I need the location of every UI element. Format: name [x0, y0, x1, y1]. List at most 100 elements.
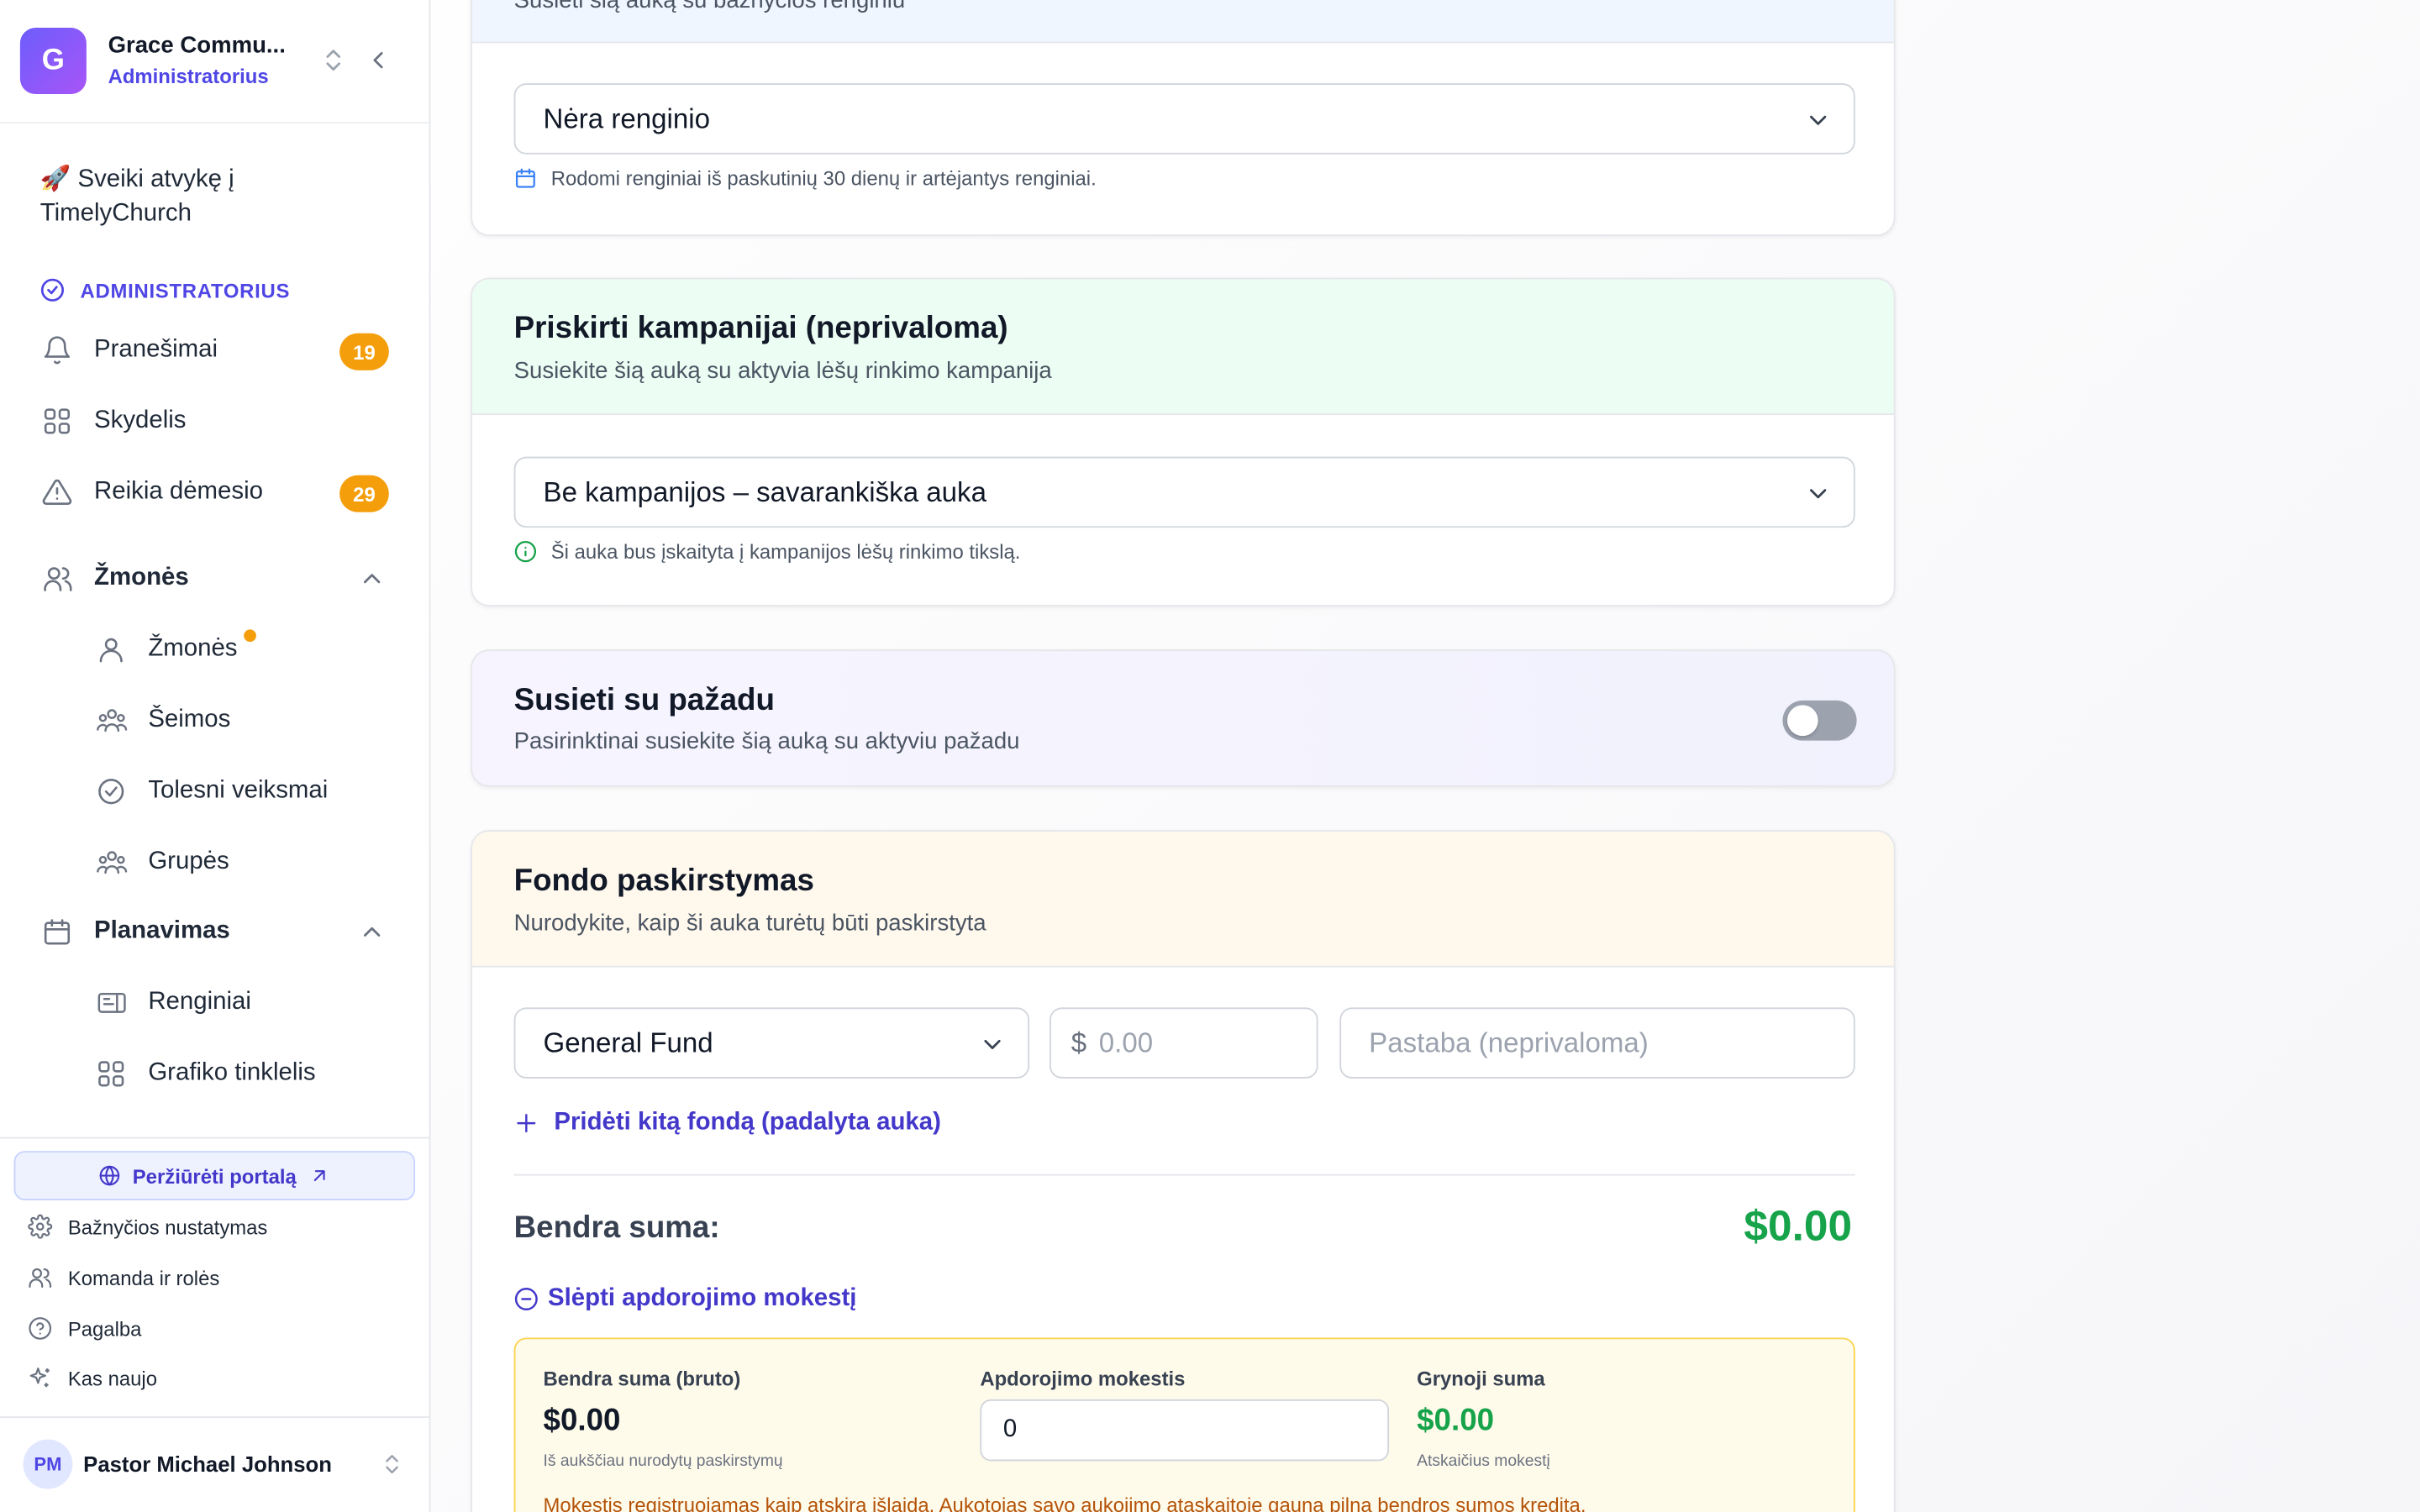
chevron-up-icon[interactable]: [358, 564, 386, 592]
nav-events-label: Renginiai: [148, 989, 251, 1016]
org-switcher[interactable]: G Grace Commu... Administratorius: [0, 0, 429, 123]
check-circle-icon: [94, 774, 128, 808]
campaign-card-subtitle: Susiekite šią auką su aktyvia lėšų rinki…: [513, 358, 1052, 385]
whats-new-label: Kas naujo: [67, 1366, 158, 1389]
team-roles-label: Komanda ir rolės: [67, 1266, 220, 1289]
users-icon: [40, 562, 74, 596]
ticket-icon: [94, 986, 128, 1020]
pledge-card-title: Susieti su pažadu: [513, 683, 775, 718]
fund-card-title: Fondo paskirstymas: [513, 864, 814, 898]
event-card-header: Susieti šią auką su bažnyčios renginiu: [472, 0, 1894, 44]
whats-new-link[interactable]: Kas naujo: [28, 1359, 157, 1396]
attention-badge: 29: [339, 475, 389, 512]
add-fund-label: Pridėti kitą fondą (padalyta auka): [554, 1109, 941, 1136]
grid-icon: [94, 1057, 128, 1090]
nav-dashboard-label: Skydelis: [94, 407, 187, 434]
info-icon: [514, 541, 537, 563]
divider: [0, 1137, 429, 1139]
pledge-toggle[interactable]: [1782, 700, 1857, 741]
notifications-badge: 19: [339, 333, 389, 370]
nav-notifications[interactable]: Pranešimai 19: [40, 323, 389, 378]
help-label: Pagalba: [67, 1316, 142, 1341]
chevrons-up-down-icon[interactable]: [380, 1452, 404, 1476]
event-card: Susieti šią auką su bažnyčios renginiu N…: [471, 0, 1896, 237]
campaign-card-title: Priskirti kampanijai (neprivaloma): [513, 312, 1008, 346]
nav-attention-label: Reikia dėmesio: [94, 478, 263, 505]
family-icon: [94, 704, 128, 738]
nav-followups[interactable]: Tolesni veiksmai: [94, 764, 387, 819]
users-icon: [28, 1265, 52, 1289]
total-value: $0.00: [1744, 1201, 1853, 1250]
nav-people-group-label: Žmonės: [94, 564, 189, 591]
nav-notifications-label: Pranešimai: [94, 336, 218, 363]
campaign-select-value: Be kampanijos – savarankiška auka: [543, 475, 986, 507]
fund-select-value: General Fund: [543, 1026, 713, 1058]
fund-card-subtitle: Nurodykite, kaip ši auka turėtų būti pas…: [513, 910, 986, 937]
nav-events[interactable]: Renginiai: [94, 975, 387, 1031]
chevron-down-icon: [1810, 489, 1827, 499]
note-input[interactable]: Pastaba (neprivaloma): [1339, 1007, 1855, 1079]
gross-value: $0.00: [543, 1404, 621, 1438]
globe-icon: [99, 1165, 119, 1186]
event-card-subtitle: Susieti šią auką su bažnyčios renginiu: [513, 0, 906, 14]
nav-people-label: Žmonės: [148, 635, 238, 662]
external-link-icon: [313, 1170, 325, 1182]
gear-icon: [28, 1214, 53, 1239]
nav-planning-group[interactable]: Planavimas: [40, 904, 389, 959]
fee-warning: Mokestis registruojamas kaip atskira išl…: [543, 1493, 1586, 1512]
plus-icon: [517, 1114, 536, 1133]
campaign-hint: Ši auka bus įskaityta į kampanijos lėšų …: [514, 539, 1021, 564]
section-admin: ADMINISTRATORIUS: [40, 278, 290, 302]
collapse-sidebar-icon[interactable]: [364, 46, 392, 74]
nav-people[interactable]: Žmonės: [94, 622, 387, 677]
net-column: Grynoji suma $0.00 Atskaičius mokestį: [1417, 1367, 1550, 1470]
church-settings-label: Bažnyčios nustatymas: [67, 1215, 268, 1238]
event-select[interactable]: Nėra renginio: [513, 83, 1855, 155]
campaign-card-header: Priskirti kampanijai (neprivaloma) Susie…: [472, 279, 1894, 416]
help-link[interactable]: Pagalba: [28, 1310, 141, 1347]
amount-input[interactable]: $ 0.00: [1049, 1007, 1318, 1079]
nav-followups-label: Tolesni veiksmai: [148, 777, 329, 804]
sparkles-icon: [28, 1366, 52, 1390]
fee-column: Apdorojimo mokestis 0: [980, 1367, 1390, 1462]
hide-fee-label: Slėpti apdorojimo mokestį: [548, 1285, 857, 1312]
chevron-down-icon: [984, 1039, 1001, 1049]
hide-fee-button[interactable]: Slėpti apdorojimo mokestį: [514, 1285, 857, 1313]
avatar[interactable]: PM: [23, 1439, 73, 1489]
divider: [513, 1173, 1855, 1176]
help-circle-icon: [28, 1316, 52, 1341]
calendar-icon: [40, 915, 74, 948]
user-icon: [94, 633, 128, 666]
check-circle-icon: [40, 278, 65, 302]
nav-dashboard[interactable]: Skydelis: [40, 393, 389, 449]
church-settings-link[interactable]: Bažnyčios nustatymas: [28, 1208, 267, 1245]
fee-panel: Bendra suma (bruto) $0.00 Iš aukščiau nu…: [513, 1337, 1855, 1512]
sidebar: G Grace Commu... Administratorius 🚀 Svei…: [0, 0, 431, 1512]
nav-schedule-grid[interactable]: Grafiko tinklelis: [94, 1046, 387, 1101]
net-note: Atskaičius mokestį: [1417, 1452, 1550, 1471]
people-update-dot: [244, 629, 256, 643]
calendar-icon: [515, 168, 535, 188]
chevron-up-icon[interactable]: [358, 918, 386, 946]
campaign-select[interactable]: Be kampanijos – savarankiška auka: [513, 456, 1855, 528]
user-name[interactable]: Pastor Michael Johnson: [83, 1452, 332, 1476]
pledge-card-subtitle: Pasirinktinai susiekite šią auką su akty…: [513, 727, 1020, 755]
nav-families[interactable]: Šeimos: [94, 693, 387, 748]
campaign-hint-text: Ši auka bus įskaityta į kampanijos lėšų …: [550, 539, 1021, 564]
nav-scroll-fade: [0, 1103, 429, 1141]
fund-select[interactable]: General Fund: [513, 1007, 1030, 1079]
grid-icon: [40, 404, 74, 438]
nav-planning-group-label: Planavimas: [94, 917, 230, 945]
gross-label: Bendra suma (bruto): [543, 1367, 741, 1390]
add-fund-button[interactable]: Pridėti kitą fondą (padalyta auka): [514, 1110, 941, 1137]
fee-label: Apdorojimo mokestis: [980, 1367, 1186, 1390]
welcome-message: 🚀 Sveiki atvykę į TimelyChurch: [39, 166, 234, 228]
nav-people-group[interactable]: Žmonės: [40, 551, 389, 606]
net-label: Grynoji suma: [1417, 1367, 1545, 1390]
chevrons-up-down-icon[interactable]: [319, 46, 347, 74]
nav-attention[interactable]: Reikia dėmesio 29: [40, 465, 389, 520]
team-roles-link[interactable]: Komanda ir rolės: [28, 1259, 219, 1296]
nav-groups[interactable]: Grupės: [94, 835, 387, 890]
fee-input[interactable]: 0: [980, 1399, 1390, 1462]
view-portal-button[interactable]: Peržiūrėti portalą: [13, 1151, 416, 1200]
